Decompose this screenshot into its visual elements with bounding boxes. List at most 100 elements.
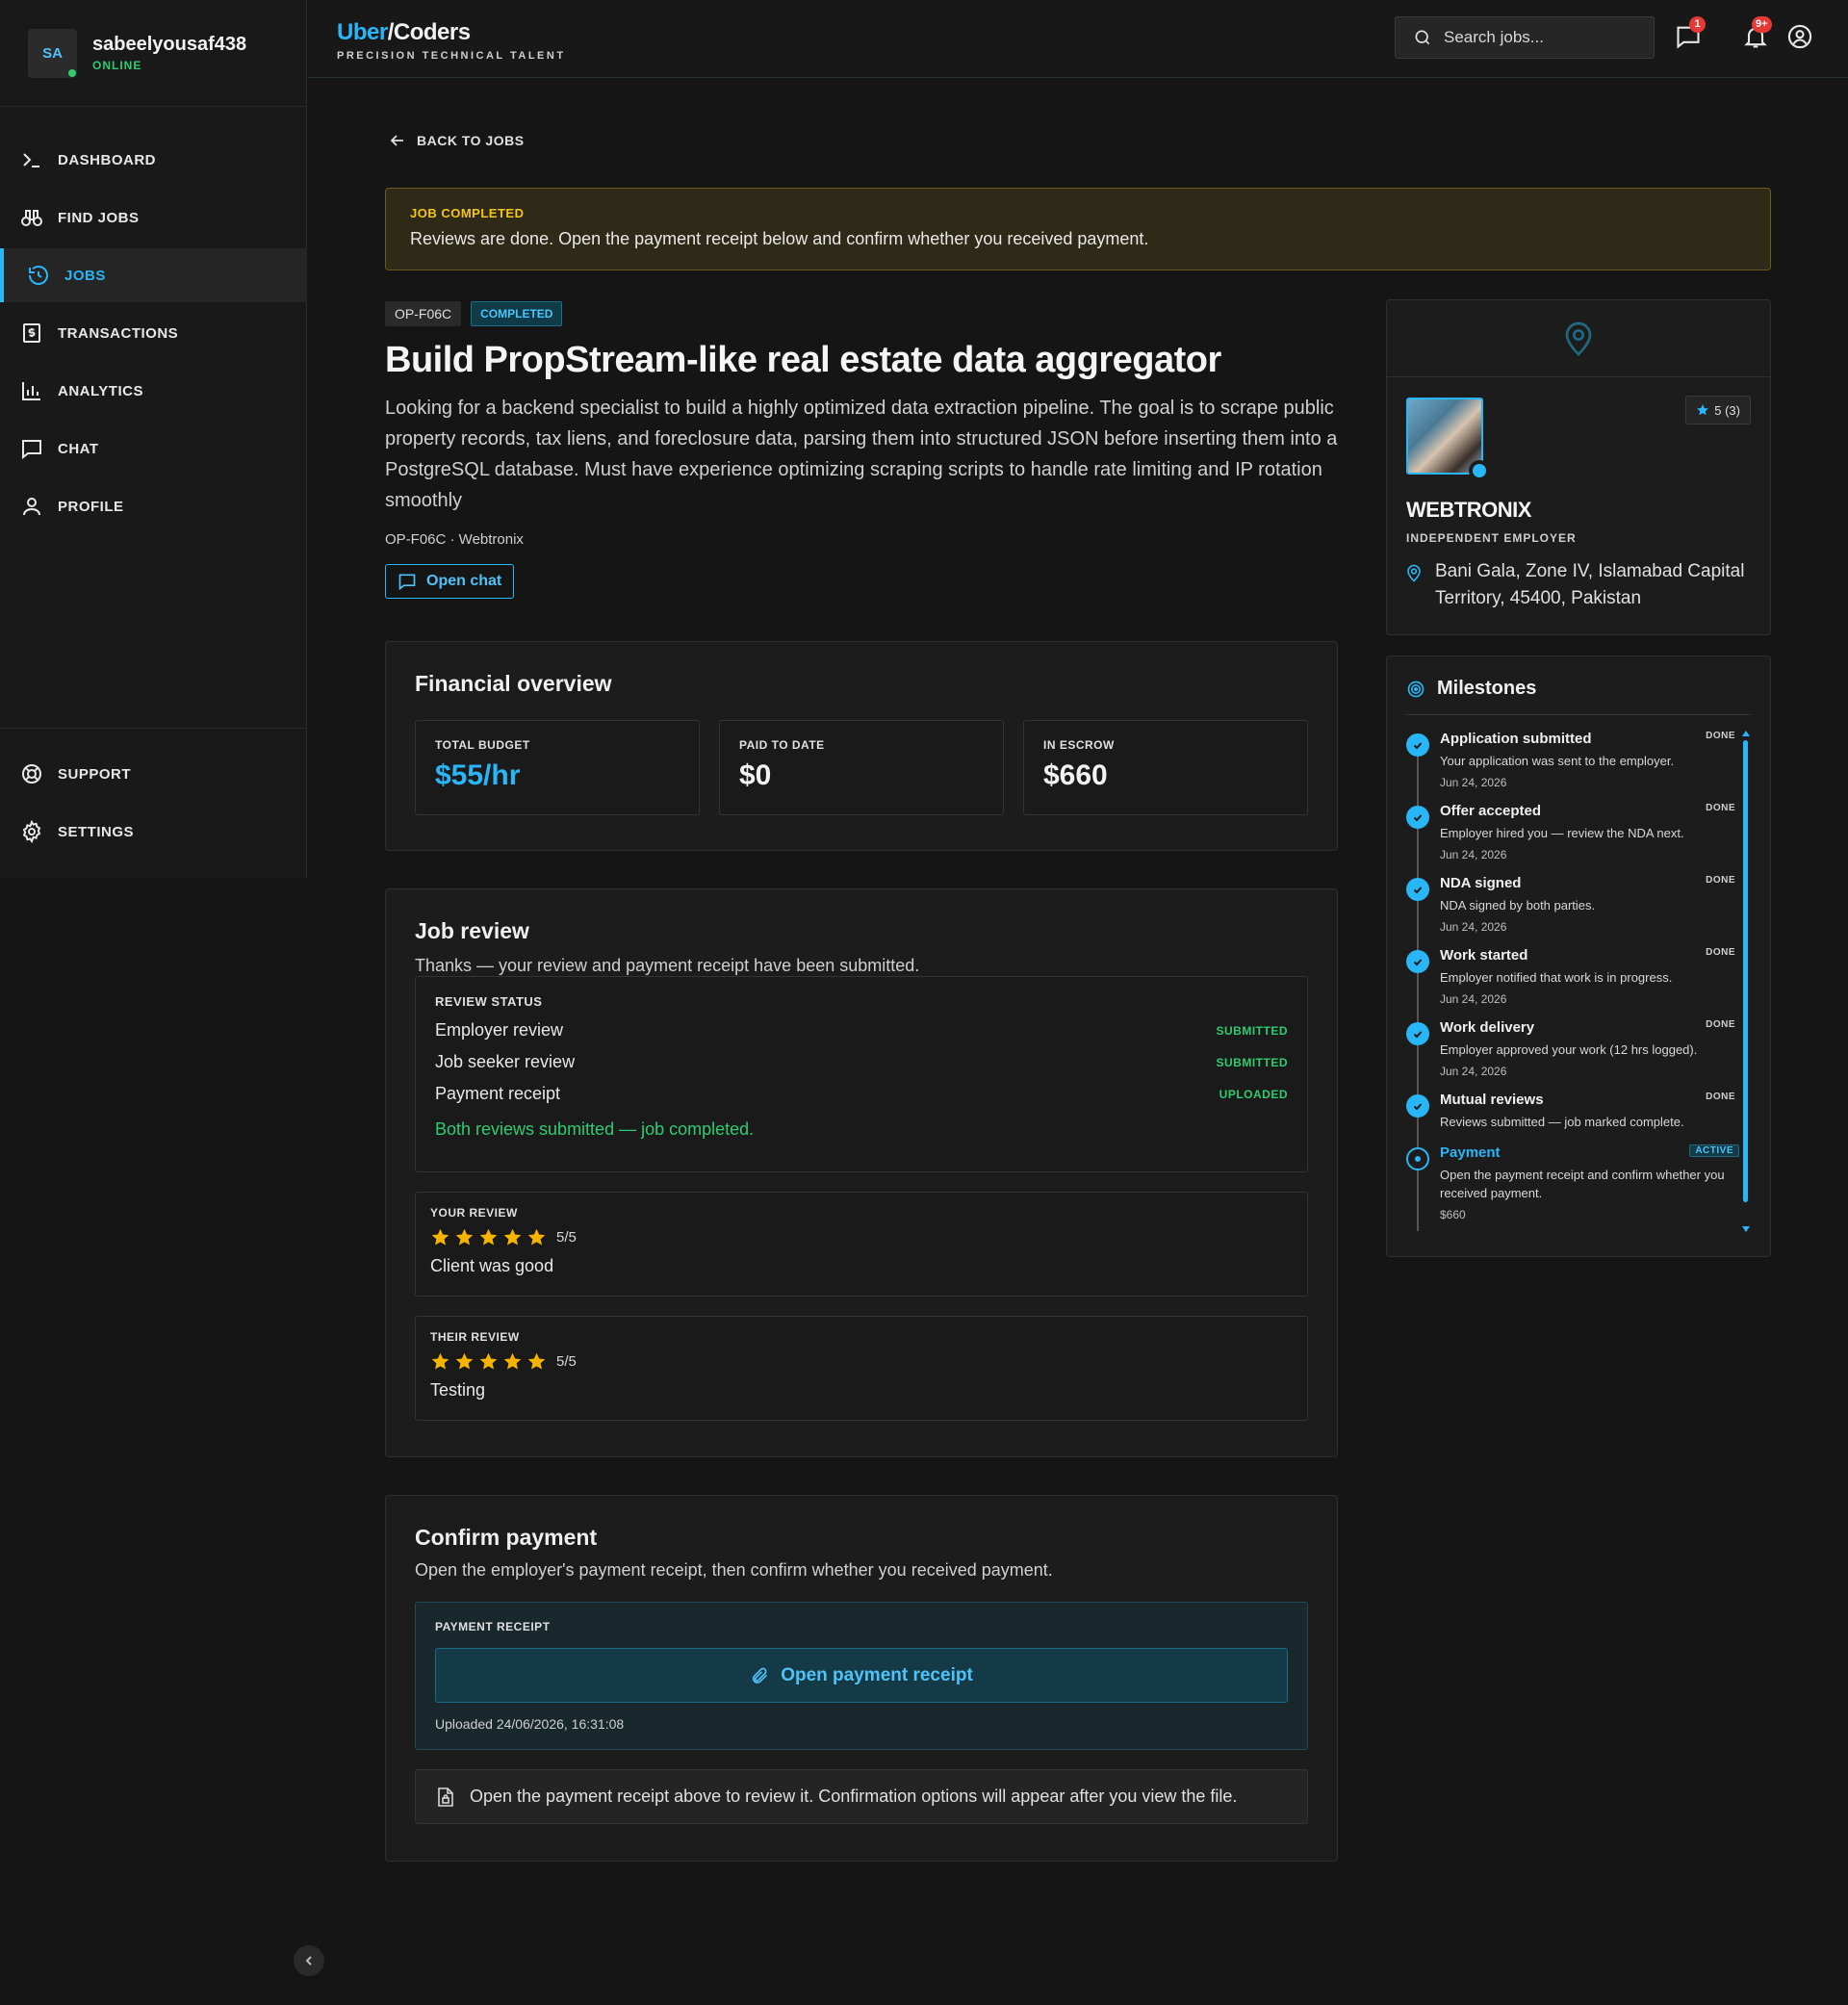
employer-name: WEBTRONIX bbox=[1406, 498, 1531, 522]
nav-profile[interactable]: PROFILE bbox=[0, 479, 307, 533]
user-icon bbox=[23, 498, 40, 516]
open-chat-button[interactable]: Open chat bbox=[385, 564, 515, 599]
nav-dashboard[interactable]: DASHBOARD bbox=[0, 133, 307, 187]
rating-score: 5/5 bbox=[556, 1353, 577, 1370]
receipt-label: PAYMENT RECEIPT bbox=[435, 1620, 551, 1633]
milestone-desc: Open the payment receipt and confirm whe… bbox=[1440, 1168, 1725, 1200]
bar-chart-icon bbox=[22, 382, 40, 400]
job-details: OP-F06C COMPLETED Build PropStream-like … bbox=[385, 301, 1338, 599]
paperclip-icon bbox=[753, 1667, 768, 1684]
milestones-list[interactable]: Application submitted DONE Your applicati… bbox=[1406, 731, 1751, 1236]
nav-transactions[interactable]: TRANSACTIONS bbox=[0, 306, 307, 360]
fin-label: PAID TO DATE bbox=[739, 738, 825, 752]
fin-value: $55/hr bbox=[435, 759, 521, 791]
search-input[interactable] bbox=[1444, 28, 1636, 47]
user-block[interactable]: SA sabeelyousaf438 ONLINE bbox=[0, 0, 306, 107]
back-to-jobs-link[interactable]: BACK TO JOBS bbox=[390, 133, 525, 148]
star-icon bbox=[455, 1228, 474, 1246]
milestone-item: Work started DONE Employer notified that … bbox=[1406, 947, 1751, 1006]
milestone-title: NDA signed bbox=[1440, 875, 1522, 891]
uploaded-timestamp: Uploaded 24/06/2026, 16:31:08 bbox=[435, 1716, 625, 1732]
star-icon bbox=[431, 1228, 449, 1246]
sidebar: SA sabeelyousaf438 ONLINE DASHBOARD FIND… bbox=[0, 0, 307, 878]
receipt-button-label: Open payment receipt bbox=[781, 1664, 973, 1685]
milestone-title: Offer accepted bbox=[1440, 803, 1542, 819]
nav-settings[interactable]: SETTINGS bbox=[0, 805, 307, 859]
binoculars-icon bbox=[21, 210, 42, 226]
banner-title: JOB COMPLETED bbox=[410, 206, 525, 220]
financial-overview-card: Financial overview TOTAL BUDGET $55/hr P… bbox=[385, 641, 1338, 851]
payment-note-text: Open the payment receipt above to review… bbox=[470, 1787, 1238, 1806]
milestones-header: Milestones bbox=[1406, 678, 1751, 715]
employer-rating-value: 5 (3) bbox=[1714, 402, 1740, 418]
in-escrow-box: IN ESCROW $660 bbox=[1023, 720, 1308, 815]
milestone-title: Mutual reviews bbox=[1440, 1092, 1544, 1108]
target-icon bbox=[1407, 681, 1424, 697]
nav-find-jobs[interactable]: FIND JOBS bbox=[0, 191, 307, 244]
open-payment-receipt-button[interactable]: Open payment receipt bbox=[435, 1648, 1288, 1703]
milestone-desc: Employer notified that work is in progre… bbox=[1440, 970, 1673, 985]
milestone-state: ACTIVE bbox=[1689, 1144, 1739, 1157]
row-label: Employer review bbox=[435, 1020, 564, 1040]
gear-icon bbox=[22, 820, 41, 843]
logo-part-uber: Uber bbox=[337, 19, 388, 45]
logo[interactable]: Uber/Coders bbox=[337, 19, 471, 46]
your-review-text: Client was good bbox=[430, 1256, 554, 1275]
nav-label: TRANSACTIONS bbox=[58, 324, 179, 342]
milestone-desc: NDA signed by both parties. bbox=[1440, 898, 1596, 913]
nav-divider bbox=[0, 728, 307, 729]
history-icon bbox=[29, 266, 48, 285]
check-icon bbox=[1406, 1022, 1429, 1045]
rating-score: 5/5 bbox=[556, 1229, 577, 1246]
milestone-title: Application submitted bbox=[1440, 731, 1592, 747]
milestone-item: Work delivery DONE Employer approved your… bbox=[1406, 1019, 1751, 1078]
nav-support[interactable]: SUPPORT bbox=[0, 747, 307, 801]
star-icon bbox=[527, 1352, 546, 1370]
employer-location-text: Bani Gala, Zone IV, Islamabad Capital Te… bbox=[1435, 561, 1745, 608]
job-meta: OP-F06C · Webtronix bbox=[385, 531, 524, 548]
milestone-state: DONE bbox=[1706, 731, 1735, 741]
milestone-amount: $660 bbox=[1440, 1208, 1466, 1221]
nav-analytics[interactable]: ANALYTICS bbox=[0, 364, 307, 418]
payment-note: Open the payment receipt above to review… bbox=[415, 1769, 1308, 1824]
payment-subtitle: Open the employer's payment receipt, the… bbox=[415, 1560, 1053, 1580]
milestone-state: DONE bbox=[1706, 875, 1735, 886]
active-dot-icon bbox=[1406, 1147, 1429, 1170]
your-rating-stars: 5/5 bbox=[430, 1227, 1293, 1247]
online-dot bbox=[68, 68, 76, 77]
your-review-label: YOUR REVIEW bbox=[430, 1206, 518, 1220]
scroll-down-arrow[interactable] bbox=[1742, 1226, 1750, 1232]
scroll-up-arrow[interactable] bbox=[1742, 731, 1750, 736]
fin-label: IN ESCROW bbox=[1043, 738, 1115, 752]
row-state: SUBMITTED bbox=[1216, 1023, 1288, 1038]
check-icon bbox=[1406, 950, 1429, 973]
employer-avatar[interactable] bbox=[1406, 398, 1490, 481]
sidebar-collapse-button[interactable] bbox=[294, 1945, 324, 1976]
account-button[interactable] bbox=[1786, 23, 1815, 52]
nav-label: SETTINGS bbox=[58, 823, 135, 840]
star-icon bbox=[479, 1228, 498, 1246]
verified-indicator bbox=[1469, 460, 1490, 481]
receipt-dollar-icon bbox=[23, 323, 40, 343]
nav-jobs[interactable]: JOBS bbox=[0, 248, 307, 302]
review-status-row: Job seeker review SUBMITTED bbox=[435, 1052, 1288, 1072]
employer-card: 5 (3) WEBTRONIX INDEPENDENT EMPLOYER Ban… bbox=[1386, 299, 1771, 635]
employer-location: Bani Gala, Zone IV, Islamabad Capital Te… bbox=[1406, 558, 1762, 612]
map-pin-icon bbox=[1407, 564, 1421, 582]
milestones-scrollbar[interactable] bbox=[1743, 740, 1748, 1202]
job-status-badge: COMPLETED bbox=[471, 301, 563, 326]
search-box[interactable] bbox=[1395, 16, 1655, 59]
milestone-title: Work started bbox=[1440, 947, 1528, 964]
messages-button[interactable]: 1 bbox=[1675, 16, 1706, 52]
tagline: PRECISION TECHNICAL TALENT bbox=[337, 50, 566, 62]
row-state: SUBMITTED bbox=[1216, 1055, 1288, 1069]
notifications-button[interactable]: 9+ bbox=[1742, 16, 1772, 52]
nav-chat[interactable]: CHAT bbox=[0, 422, 307, 476]
milestone-state: DONE bbox=[1706, 1019, 1735, 1030]
star-icon bbox=[503, 1228, 522, 1246]
secondary-nav: SUPPORT SETTINGS bbox=[0, 747, 307, 862]
row-label: Job seeker review bbox=[435, 1052, 576, 1071]
review-status-box: REVIEW STATUS Employer review SUBMITTED … bbox=[415, 976, 1308, 1172]
user-circle-icon bbox=[1787, 24, 1812, 49]
map-pin-icon bbox=[1565, 321, 1592, 356]
